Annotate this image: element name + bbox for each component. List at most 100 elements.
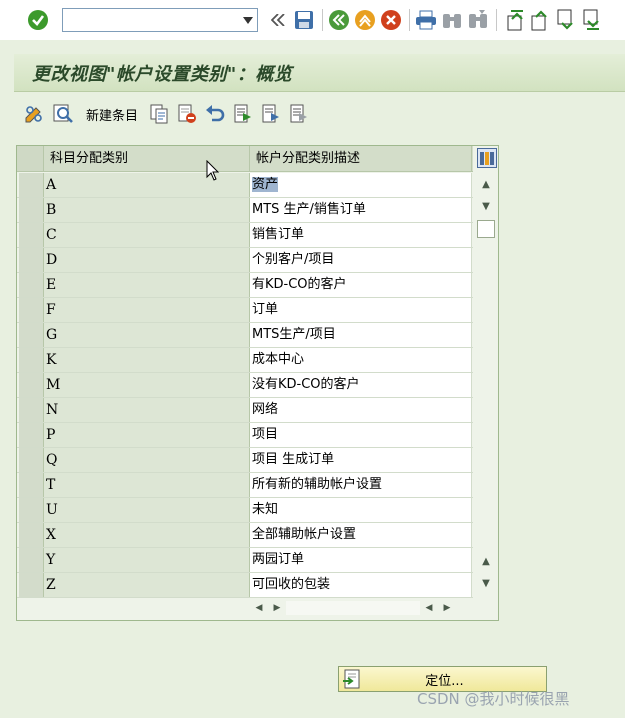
find-icon[interactable] bbox=[440, 8, 464, 32]
back-icon[interactable] bbox=[327, 8, 351, 32]
scroll-page-up-icon[interactable]: ▲ bbox=[480, 557, 492, 567]
delete-icon[interactable] bbox=[174, 102, 200, 126]
scrollbar-thumb[interactable] bbox=[477, 220, 495, 238]
watermark: CSDN @我小时候很黑 bbox=[417, 690, 570, 708]
row-selector[interactable] bbox=[17, 173, 44, 197]
toolbar-separator bbox=[322, 9, 323, 31]
category-code-cell[interactable]: C bbox=[44, 223, 250, 247]
previous-page-icon[interactable] bbox=[527, 8, 551, 32]
row-selector[interactable] bbox=[17, 548, 44, 572]
enter-checkmark-icon[interactable] bbox=[26, 8, 50, 32]
description-cell[interactable]: 有KD-CO的客户 bbox=[250, 273, 472, 297]
row-selector[interactable] bbox=[17, 273, 44, 297]
row-selector[interactable] bbox=[17, 448, 44, 472]
row-selector[interactable] bbox=[17, 323, 44, 347]
category-code-cell[interactable]: P bbox=[44, 423, 250, 447]
details-icon[interactable] bbox=[50, 102, 76, 126]
description-cell[interactable]: 全部辅助帐户设置 bbox=[250, 523, 472, 547]
description-cell[interactable]: 项目 bbox=[250, 423, 472, 447]
description-cell[interactable]: 可回收的包装 bbox=[250, 573, 472, 597]
row-selector[interactable] bbox=[17, 373, 44, 397]
category-code-cell[interactable]: U bbox=[44, 498, 250, 522]
category-code-cell[interactable]: M bbox=[44, 373, 250, 397]
scroll-down-icon[interactable]: ▼ bbox=[480, 202, 492, 212]
print-icon[interactable] bbox=[414, 8, 438, 32]
row-selector[interactable] bbox=[17, 573, 44, 597]
vertical-scrollbar[interactable]: ▲ ▼ ▲ ▼ bbox=[475, 146, 497, 596]
table-header: 科目分配类别 帐户分配类别描述 bbox=[17, 146, 473, 172]
select-all-icon[interactable] bbox=[230, 102, 256, 126]
category-code-cell[interactable]: G bbox=[44, 323, 250, 347]
select-block-icon[interactable] bbox=[258, 102, 284, 126]
scroll-right-icon[interactable]: ▶ bbox=[438, 603, 456, 613]
category-code-cell[interactable]: Z bbox=[44, 573, 250, 597]
row-selector[interactable] bbox=[17, 198, 44, 222]
description-cell[interactable]: 两园订单 bbox=[250, 548, 472, 572]
scroll-right-icon[interactable]: ▶ bbox=[268, 603, 286, 613]
description-cell[interactable]: 未知 bbox=[250, 498, 472, 522]
cancel-icon[interactable] bbox=[379, 8, 403, 32]
selected-description-text[interactable]: 资产 bbox=[252, 177, 279, 192]
row-selector[interactable] bbox=[17, 298, 44, 322]
scroll-page-down-icon[interactable]: ▼ bbox=[480, 579, 492, 589]
row-selector[interactable] bbox=[17, 398, 44, 422]
category-code-cell[interactable]: Y bbox=[44, 548, 250, 572]
command-field[interactable] bbox=[62, 8, 258, 32]
row-selector[interactable] bbox=[17, 498, 44, 522]
scroll-up-icon[interactable]: ▲ bbox=[480, 180, 492, 190]
description-cell[interactable]: MTS 生产/销售订单 bbox=[250, 198, 472, 222]
table-row: A 资产 bbox=[17, 173, 473, 198]
category-code-cell[interactable]: D bbox=[44, 248, 250, 272]
description-cell[interactable]: MTS生产/项目 bbox=[250, 323, 472, 347]
row-selector[interactable] bbox=[17, 248, 44, 272]
row-selector[interactable] bbox=[17, 473, 44, 497]
first-page-icon[interactable] bbox=[501, 8, 525, 32]
display-change-icon[interactable] bbox=[22, 102, 48, 126]
next-page-icon[interactable] bbox=[553, 8, 577, 32]
row-selector[interactable] bbox=[17, 223, 44, 247]
description-cell[interactable]: 资产 bbox=[250, 173, 472, 197]
category-code-cell[interactable]: N bbox=[44, 398, 250, 422]
category-code-cell[interactable]: F bbox=[44, 298, 250, 322]
category-code-cell[interactable]: B bbox=[44, 198, 250, 222]
table-row: X 全部辅助帐户设置 bbox=[17, 523, 473, 548]
command-dropdown-icon[interactable] bbox=[239, 10, 257, 30]
description-cell[interactable]: 个别客户/项目 bbox=[250, 248, 472, 272]
horizontal-scrollbar-left[interactable]: ◀ ▶ ◀ ▶ bbox=[250, 600, 456, 616]
horizontal-scroll-track[interactable] bbox=[286, 601, 420, 615]
scroll-left-icon[interactable]: ◀ bbox=[420, 603, 438, 613]
category-code-cell[interactable]: T bbox=[44, 473, 250, 497]
select-all-column-button[interactable] bbox=[17, 146, 44, 171]
description-cell[interactable]: 销售订单 bbox=[250, 223, 472, 247]
category-code-cell[interactable]: Q bbox=[44, 448, 250, 472]
row-selector[interactable] bbox=[17, 423, 44, 447]
deselect-all-icon[interactable] bbox=[286, 102, 312, 126]
description-cell[interactable]: 没有KD-CO的客户 bbox=[250, 373, 472, 397]
category-code-cell[interactable]: X bbox=[44, 523, 250, 547]
description-cell[interactable]: 项目 生成订单 bbox=[250, 448, 472, 472]
exit-icon[interactable] bbox=[353, 8, 377, 32]
description-cell[interactable]: 订单 bbox=[250, 298, 472, 322]
category-code-cell[interactable]: K bbox=[44, 348, 250, 372]
description-cell[interactable]: 成本中心 bbox=[250, 348, 472, 372]
column-header-description[interactable]: 帐户分配类别描述 bbox=[250, 146, 472, 172]
copy-icon[interactable] bbox=[146, 102, 172, 126]
table-settings-icon[interactable] bbox=[477, 148, 497, 168]
save-icon[interactable] bbox=[292, 8, 316, 32]
scroll-left-icon[interactable]: ◀ bbox=[250, 603, 268, 613]
table-row: F 订单 bbox=[17, 298, 473, 323]
double-left-icon[interactable] bbox=[266, 8, 290, 32]
row-selector[interactable] bbox=[17, 523, 44, 547]
new-entry-button[interactable]: 新建条目 bbox=[86, 105, 138, 124]
toolbar-separator bbox=[496, 9, 497, 31]
table-row: U 未知 bbox=[17, 498, 473, 523]
row-selector[interactable] bbox=[17, 348, 44, 372]
command-input[interactable] bbox=[65, 10, 235, 30]
find-next-icon[interactable] bbox=[466, 8, 490, 32]
last-page-icon[interactable] bbox=[579, 8, 603, 32]
undo-icon[interactable] bbox=[202, 102, 228, 126]
category-code-cell[interactable]: E bbox=[44, 273, 250, 297]
description-cell[interactable]: 所有新的辅助帐户设置 bbox=[250, 473, 472, 497]
description-cell[interactable]: 网络 bbox=[250, 398, 472, 422]
table-control: 科目分配类别 帐户分配类别描述 A 资产 B MTS 生产/销售订单 C 销售订单 D… bbox=[16, 145, 499, 621]
